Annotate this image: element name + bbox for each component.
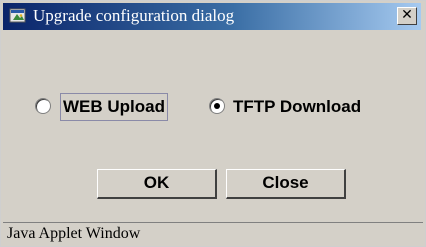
- web-upload-label[interactable]: WEB Upload: [60, 93, 168, 121]
- radio-unselected-icon[interactable]: [35, 98, 51, 114]
- status-bar: Java Applet Window: [3, 222, 423, 246]
- java-applet-icon: [9, 7, 27, 25]
- close-icon[interactable]: ✕: [397, 7, 417, 25]
- close-button[interactable]: Close: [226, 169, 346, 199]
- radio-selected-icon[interactable]: [209, 98, 225, 114]
- close-glyph: ✕: [401, 7, 413, 23]
- window-title: Upgrade configuration dialog: [33, 6, 235, 25]
- status-text: Java Applet Window: [7, 225, 141, 242]
- title-bar[interactable]: Upgrade configuration dialog ✕: [3, 3, 421, 30]
- ok-button[interactable]: OK: [97, 169, 217, 199]
- dialog-window: Upgrade configuration dialog ✕ WEB Uploa…: [0, 0, 426, 247]
- tftp-download-label[interactable]: TFTP Download: [233, 94, 361, 120]
- radio-dot-icon: [214, 103, 220, 109]
